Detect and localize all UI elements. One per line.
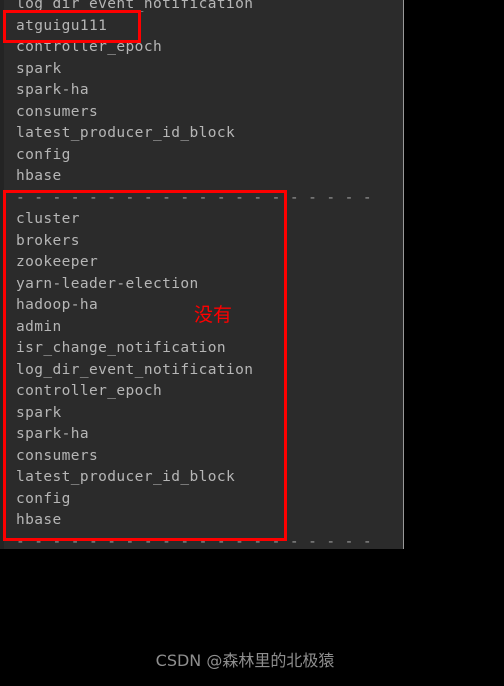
terminal-line: log_dir_event_notification	[16, 0, 254, 12]
terminal-panel[interactable]: log_dir_event_notification atguigu111 co…	[0, 0, 404, 549]
terminal-line: controller_epoch	[16, 39, 163, 55]
terminal-line: config	[16, 146, 71, 163]
terminal-line: consumers	[16, 103, 99, 120]
terminal-line: log_dir_event_notification	[16, 361, 254, 378]
terminal-separator-line: - - - - - - - - - - - - - - - - - - - -	[16, 533, 373, 550]
terminal-line: isr_change_notification	[16, 340, 226, 356]
terminal-line: spark	[16, 404, 62, 421]
terminal-right-border	[403, 0, 404, 549]
terminal-line: latest_producer_id_block	[16, 125, 236, 141]
terminal-line: latest_producer_id_block	[16, 469, 236, 485]
terminal-line: brokers	[16, 232, 80, 249]
terminal-line: hbase	[16, 512, 62, 528]
terminal-line: hbase	[16, 168, 62, 184]
terminal-line: atguigu111	[16, 17, 108, 34]
terminal-line: zookeeper	[16, 254, 99, 270]
terminal-left-gutter	[0, 0, 4, 549]
annotation-note: 没有	[194, 304, 233, 326]
terminal-line: spark-ha	[16, 426, 90, 442]
terminal-line: spark	[16, 60, 62, 77]
terminal-line: config	[16, 490, 71, 507]
terminal-line: yarn-leader-election	[16, 275, 199, 292]
terminal-output[interactable]: log_dir_event_notification atguigu111 co…	[16, 0, 396, 549]
terminal-line: consumers	[16, 447, 99, 464]
terminal-line: controller_epoch	[16, 383, 163, 399]
terminal-line: cluster	[16, 211, 80, 227]
terminal-line: spark-ha	[16, 82, 90, 98]
terminal-separator-line: - - - - - - - - - - - - - - - - - - - -	[16, 189, 373, 206]
csdn-watermark: CSDN @森林里的北极猿	[155, 651, 335, 670]
